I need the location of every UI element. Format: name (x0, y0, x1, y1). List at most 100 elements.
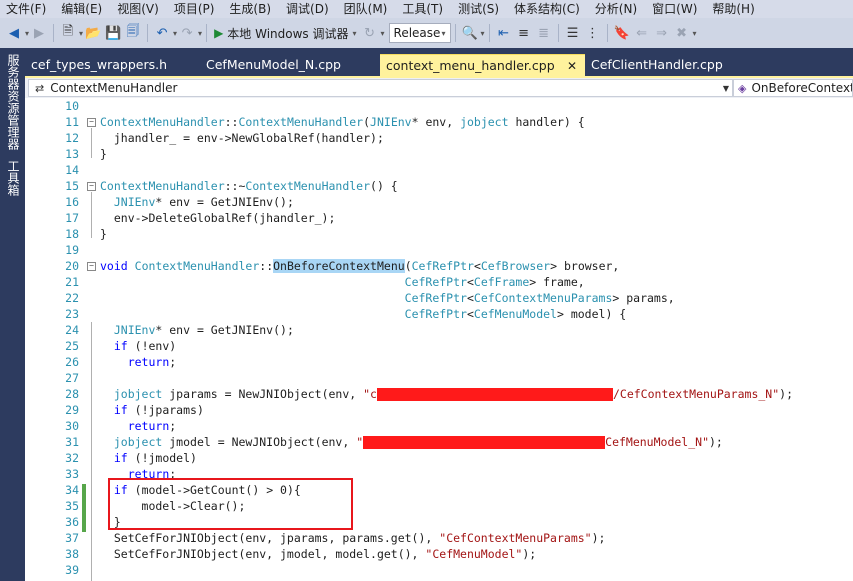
line-code: } (100, 147, 107, 161)
collapse-icon[interactable]: − (87, 262, 96, 271)
code-line[interactable]: 14 (25, 162, 853, 178)
line-code: if (!env) (113, 339, 177, 353)
tab-cef-types-wrappers[interactable]: cef_types_wrappers.h (25, 54, 175, 76)
toolbar-overflow-icon[interactable]: ▾ (481, 29, 485, 38)
navigate-icon[interactable]: ⇤ (494, 22, 514, 44)
menu-test[interactable]: 测试(S) (452, 0, 508, 18)
back-icon[interactable]: ◀ (4, 22, 24, 44)
code-line[interactable]: 11− ContextMenuHandler::ContextMenuHandle… (25, 114, 853, 130)
line-number: 29 (65, 403, 79, 417)
code-line[interactable]: 13} (25, 146, 853, 162)
refresh-dropdown-icon[interactable]: ▾ (381, 29, 385, 38)
uncomment-icon[interactable]: ≣ (534, 22, 554, 44)
code-line[interactable]: 10 (25, 98, 853, 114)
outline-icon[interactable]: ⋮ (583, 22, 603, 44)
line-number: 36 (65, 515, 79, 529)
code-line[interactable]: 25 if (!env) (25, 338, 853, 354)
menu-architecture[interactable]: 体系结构(C) (508, 0, 589, 18)
code-line[interactable]: 27 (25, 370, 853, 386)
solution-configuration-select[interactable]: Release ▾ (388, 23, 451, 43)
collapse-icon[interactable]: − (87, 182, 96, 191)
menu-view[interactable]: 视图(V) (111, 0, 168, 18)
clear-bookmarks-icon[interactable]: ✖ (672, 22, 692, 44)
code-line[interactable]: 15− ContextMenuHandler::~ContextMenuHandl… (25, 178, 853, 194)
tab-cefmenumodel[interactable]: CefMenuModel_N.cpp (200, 54, 380, 76)
code-editor[interactable]: 10 11− ContextMenuHandler::ContextMenuHand… (25, 98, 853, 581)
code-line[interactable]: 31 jobject jmodel = NewJNIObject(env, " C… (25, 434, 853, 450)
line-number: 33 (65, 467, 79, 481)
refresh-icon[interactable]: ↻ (360, 22, 380, 44)
collapse-icon[interactable]: − (87, 118, 96, 127)
save-all-icon[interactable]: 🗐 (123, 22, 143, 44)
line-code: jobject jparams = NewJNIObject(env, "c/C… (113, 387, 794, 401)
chevron-down-icon: ▼ (722, 83, 729, 93)
toolbox-tab[interactable]: 工具箱 (5, 160, 22, 196)
comment-icon[interactable]: ≡ (514, 22, 534, 44)
member-label: OnBeforeContextMenu (751, 81, 852, 95)
code-line[interactable]: 38 SetCefForJNIObject(env, jmodel, model… (25, 546, 853, 562)
code-line[interactable]: 28 jobject jparams = NewJNIObject(env, "… (25, 386, 853, 402)
find-in-files-icon[interactable]: 🔍 (460, 22, 480, 44)
bookmark-icon[interactable]: 🔖 (612, 22, 632, 44)
line-code: CefRefPtr<CefMenuModel> model) { (404, 307, 627, 321)
toolbar-separator (147, 24, 149, 42)
menu-window[interactable]: 窗口(W) (646, 0, 706, 18)
code-line[interactable]: 22 CefRefPtr<CefContextMenuParams> param… (25, 290, 853, 306)
member-dropdown[interactable]: ◈ OnBeforeContextMenu (733, 79, 853, 97)
code-line[interactable]: 20− void ContextMenuHandler::OnBeforeCont… (25, 258, 853, 274)
menu-file[interactable]: 文件(F) (0, 0, 55, 18)
server-explorer-tab[interactable]: 服务器资源管理器 (5, 54, 22, 150)
line-code: CefRefPtr<CefFrame> frame, (404, 275, 585, 289)
code-line[interactable]: 17 env->DeleteGlobalRef(jhandler_); (25, 210, 853, 226)
line-code: SetCefForJNIObject(env, jmodel, model.ge… (100, 547, 537, 561)
menu-team[interactable]: 团队(M) (338, 0, 397, 18)
code-line[interactable]: 29 if (!jparams) (25, 402, 853, 418)
menu-tools[interactable]: 工具(T) (396, 0, 452, 18)
code-line[interactable]: 39 (25, 562, 853, 578)
tab-context-menu-handler[interactable]: context_menu_handler.cpp ✕ (380, 54, 585, 76)
menu-help[interactable]: 帮助(H) (706, 0, 763, 18)
line-number: 14 (65, 163, 79, 177)
code-line[interactable]: 23 CefRefPtr<CefMenuModel> model) { (25, 306, 853, 322)
code-line[interactable]: 26 return; (25, 354, 853, 370)
line-number: 27 (65, 371, 79, 385)
redo-dropdown-icon[interactable]: ▾ (198, 29, 202, 38)
code-line[interactable]: 16 JNIEnv* env = GetJNIEnv(); (25, 194, 853, 210)
format-icon[interactable]: ☰ (563, 22, 583, 44)
code-line[interactable]: 19 (25, 242, 853, 258)
code-line[interactable]: 37 SetCefForJNIObject(env, jparams, para… (25, 530, 853, 546)
debugger-dropdown-icon[interactable]: ▾ (353, 29, 357, 38)
line-code: ContextMenuHandler::~ContextMenuHandler(… (100, 179, 398, 193)
code-line[interactable]: 21 CefRefPtr<CefFrame> frame, (25, 274, 853, 290)
menu-debug[interactable]: 调试(D) (280, 0, 338, 18)
code-line[interactable]: 24 JNIEnv* env = GetJNIEnv(); (25, 322, 853, 338)
line-number: 30 (65, 419, 79, 433)
line-code: } (100, 227, 107, 241)
undo-icon[interactable]: ↶ (152, 22, 172, 44)
code-line[interactable]: 32 if (!jmodel) (25, 450, 853, 466)
line-number: 12 (65, 131, 79, 145)
menu-build[interactable]: 生成(B) (223, 0, 280, 18)
redo-icon[interactable]: ↷ (177, 22, 197, 44)
code-line[interactable]: 12 jhandler_ = env->NewGlobalRef(handler… (25, 130, 853, 146)
start-debugging-button[interactable]: ▶ 本地 Windows 调试器 ▾ (211, 25, 359, 42)
menu-bar: 文件(F) 编辑(E) 视图(V) 项目(P) 生成(B) 调试(D) 团队(M… (0, 0, 853, 18)
save-icon[interactable]: 💾 (103, 22, 123, 44)
code-line[interactable]: 18} (25, 226, 853, 242)
new-project-icon[interactable]: 🗎 (58, 22, 78, 44)
toolbar-overflow-icon[interactable]: ▾ (693, 29, 697, 38)
document-tab-bar: cef_types_wrappers.h CefMenuModel_N.cpp … (25, 48, 853, 78)
tab-cefclienthandler[interactable]: CefClientHandler.cpp (585, 54, 745, 76)
tab-label: CefMenuModel_N.cpp (206, 57, 341, 72)
menu-project[interactable]: 项目(P) (168, 0, 224, 18)
menu-analyze[interactable]: 分析(N) (589, 0, 646, 18)
open-folder-icon[interactable]: 📂 (83, 22, 103, 44)
close-icon[interactable]: ✕ (567, 55, 577, 77)
next-bookmark-icon[interactable]: ⇒ (652, 22, 672, 44)
scope-dropdown[interactable]: ⇄ ContextMenuHandler ▼ (28, 79, 733, 97)
code-line[interactable]: 30 return; (25, 418, 853, 434)
menu-edit[interactable]: 编辑(E) (55, 0, 111, 18)
previous-bookmark-icon[interactable]: ⇐ (632, 22, 652, 44)
search-highlight: OnBeforeContextMenu (273, 259, 405, 273)
forward-icon[interactable]: ▶ (29, 22, 49, 44)
